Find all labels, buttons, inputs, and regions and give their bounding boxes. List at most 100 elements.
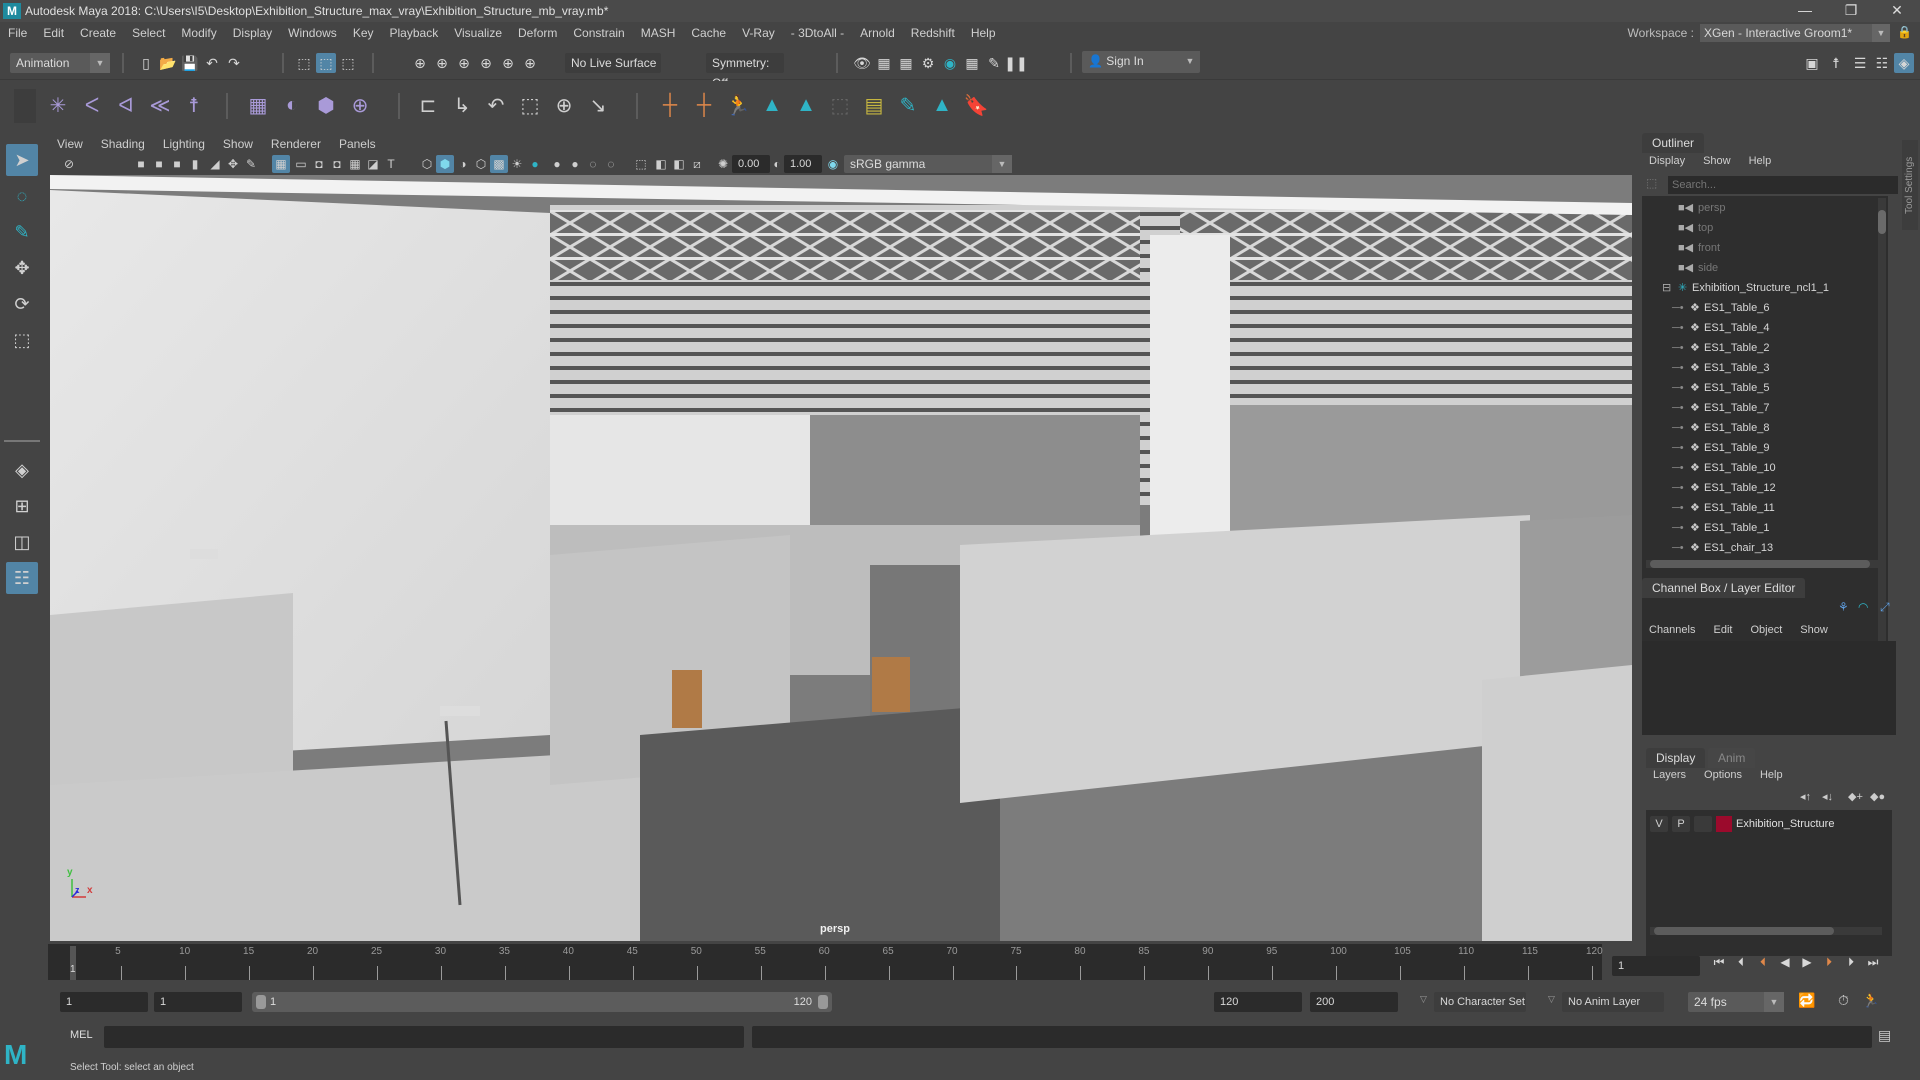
outliner-item-mesh[interactable]: ─• ❖ ES1_Table_9 [1642,438,1882,458]
image-plane-icon[interactable]: ◢ [206,155,224,173]
layer-color-swatch[interactable] [1716,816,1732,832]
scale-constraint-icon[interactable]: ⬚ [516,91,544,119]
layer-display-type-toggle[interactable] [1694,816,1712,832]
menu-playback[interactable]: Playback [382,26,447,40]
snap-curve-icon[interactable]: ⊕ [432,53,452,73]
menu-key[interactable]: Key [345,26,382,40]
exposure-field[interactable]: 0.00 [732,155,770,173]
field-chart-icon[interactable]: ▦ [346,155,364,173]
panel-menu-view[interactable]: View [48,135,92,153]
xray-joints-icon[interactable]: ◧ [670,155,688,173]
wireframe-icon[interactable]: ⬡ [418,155,436,173]
set-driven-key-icon[interactable]: ┼ [690,91,718,119]
menu-create[interactable]: Create [72,26,124,40]
outliner-item-mesh[interactable]: ─• ❖ ES1_Table_3 [1642,358,1882,378]
move-layer-down-icon[interactable]: ◂↓ [1822,790,1833,803]
channel-menu-object[interactable]: Object [1741,621,1791,639]
outliner-search-input[interactable] [1668,176,1898,194]
lattice-icon[interactable]: ⬢ [312,91,340,119]
bookmark-icon[interactable]: ▮ [186,155,204,173]
layer-menu-options[interactable]: Options [1695,766,1751,784]
outliner-item-mesh[interactable]: ─• ❖ ES1_chair_13 [1642,538,1882,558]
command-input[interactable] [104,1026,744,1048]
snap-vertex-icon[interactable]: ⊕ [520,53,540,73]
tool-settings-icon[interactable]: ☷ [1872,53,1892,73]
panel-menu-renderer[interactable]: Renderer [262,135,330,153]
panel-menu-panels[interactable]: Panels [330,135,385,153]
collapse-icon[interactable]: ⊟ [1662,278,1671,298]
humanik-icon[interactable]: ☨ [180,91,208,119]
channel-menu-edit[interactable]: Edit [1704,621,1741,639]
anim-preferences-icon[interactable]: 🏃 [1862,992,1879,1009]
anim-layer-field[interactable]: No Anim Layer [1562,992,1664,1012]
outliner-item-mesh[interactable]: ─• ❖ ES1_Table_8 [1642,418,1882,438]
menu-file[interactable]: File [0,26,35,40]
select-camera-icon[interactable]: ⊘ [60,155,78,173]
menu-vray[interactable]: V-Ray [734,26,783,40]
arnold-icon-3[interactable]: ▲ [928,91,956,119]
lock-camera-icon[interactable]: ■ [150,155,168,173]
two-pane-layout-icon[interactable]: ◫ [6,526,38,558]
outliner-item-mesh[interactable]: ─• ❖ ES1_Table_4 [1642,318,1882,338]
menu-3dtoall[interactable]: - 3DtoAll - [783,26,852,40]
paint-select-tool-icon[interactable]: ✎ [6,216,38,248]
menu-mash[interactable]: MASH [633,26,684,40]
character-controls-icon[interactable]: ☨ [1826,53,1846,73]
single-perspective-layout-icon[interactable]: ◈ [6,454,38,486]
move-tool-icon[interactable]: ✥ [6,252,38,284]
ipr-render-icon[interactable]: ▦ [896,53,916,73]
channel-box-layer-editor-icon[interactable]: ⚘ [1838,600,1849,614]
render-settings-icon[interactable]: ⚙ [918,53,938,73]
wireframe-on-shaded-icon[interactable]: ⬡ [472,155,490,173]
attribute-editor-icon[interactable]: ☰ [1850,53,1870,73]
grid-icon[interactable]: ▦ [272,155,290,173]
textured-icon[interactable]: ▩ [490,155,508,173]
menu-visualize[interactable]: Visualize [446,26,510,40]
ik-spline-icon[interactable]: ᐊ [112,91,140,119]
loop-icon[interactable]: 🔁 [1798,992,1815,1009]
channel-menu-show[interactable]: Show [1791,621,1837,639]
channel-box-area[interactable] [1642,641,1896,735]
gate-mask-icon[interactable]: ◘ [328,155,346,173]
outliner-item-mesh[interactable]: ─• ❖ ES1_Table_1 [1642,518,1882,538]
menu-windows[interactable]: Windows [280,26,345,40]
pause-ipr-icon[interactable]: ❚❚ [1004,53,1027,73]
channel-box-only-icon[interactable]: ◠ [1858,600,1868,614]
layer-editor-only-icon[interactable]: ⤢ [1880,600,1890,615]
lasso-tool-icon[interactable]: ◌ [6,180,38,212]
close-button[interactable]: ✕ [1874,0,1920,22]
shelf-tab-toggle[interactable] [14,89,36,123]
menuset-dropdown[interactable]: Animation ▼ [10,53,110,73]
blend-shape-icon[interactable]: ◐ [278,91,306,119]
character-set-field[interactable]: No Character Set [1434,992,1526,1012]
outliner-layout-icon[interactable]: ☷ [6,562,38,594]
range-end-handle[interactable] [818,995,828,1009]
playback-end-field[interactable]: 120 [1214,992,1302,1012]
layer-horizontal-scrollbar[interactable] [1650,927,1882,935]
go-to-start-icon[interactable]: ⏮ [1710,953,1728,971]
four-view-layout-icon[interactable]: ⊞ [6,490,38,522]
select-by-object-icon[interactable]: ⬚ [316,53,336,73]
new-layer-icon[interactable]: ◆+ [1848,790,1863,803]
outliner-item-mesh[interactable]: ─• ❖ ES1_Table_12 [1642,478,1882,498]
anim-layer-menu-icon[interactable]: ▽ [1548,994,1555,1005]
auto-key-icon[interactable]: ⏱ [1838,992,1849,1009]
menu-constrain[interactable]: Constrain [565,26,632,40]
screen-space-ao-icon[interactable]: ● [548,155,566,173]
undo-icon[interactable]: ↶ [202,53,222,73]
empty-shelf-slot[interactable]: ⬚ [826,91,854,119]
snap-point-icon[interactable]: ⊕ [454,53,474,73]
hypershade-icon[interactable]: ◉ [940,53,960,73]
step-back-frame-icon[interactable]: ⏴ [1732,953,1750,971]
menu-modify[interactable]: Modify [173,26,224,40]
paint-select-icon[interactable]: ✎ [894,91,922,119]
select-by-hierarchy-icon[interactable]: ⬚ [294,53,314,73]
outliner-item-mesh[interactable]: ─• ❖ ES1_Table_10 [1642,458,1882,478]
panel-menu-lighting[interactable]: Lighting [154,135,214,153]
step-forward-key-icon[interactable]: ⏵ [1820,953,1838,971]
cluster-icon[interactable]: ⊕ [346,91,374,119]
snap-surface-icon[interactable]: ⊕ [498,53,518,73]
fps-dropdown[interactable]: 24 fps ▼ [1688,992,1784,1012]
xray-components-icon[interactable]: ⧄ [688,155,706,173]
redo-icon[interactable]: ↷ [224,53,244,73]
